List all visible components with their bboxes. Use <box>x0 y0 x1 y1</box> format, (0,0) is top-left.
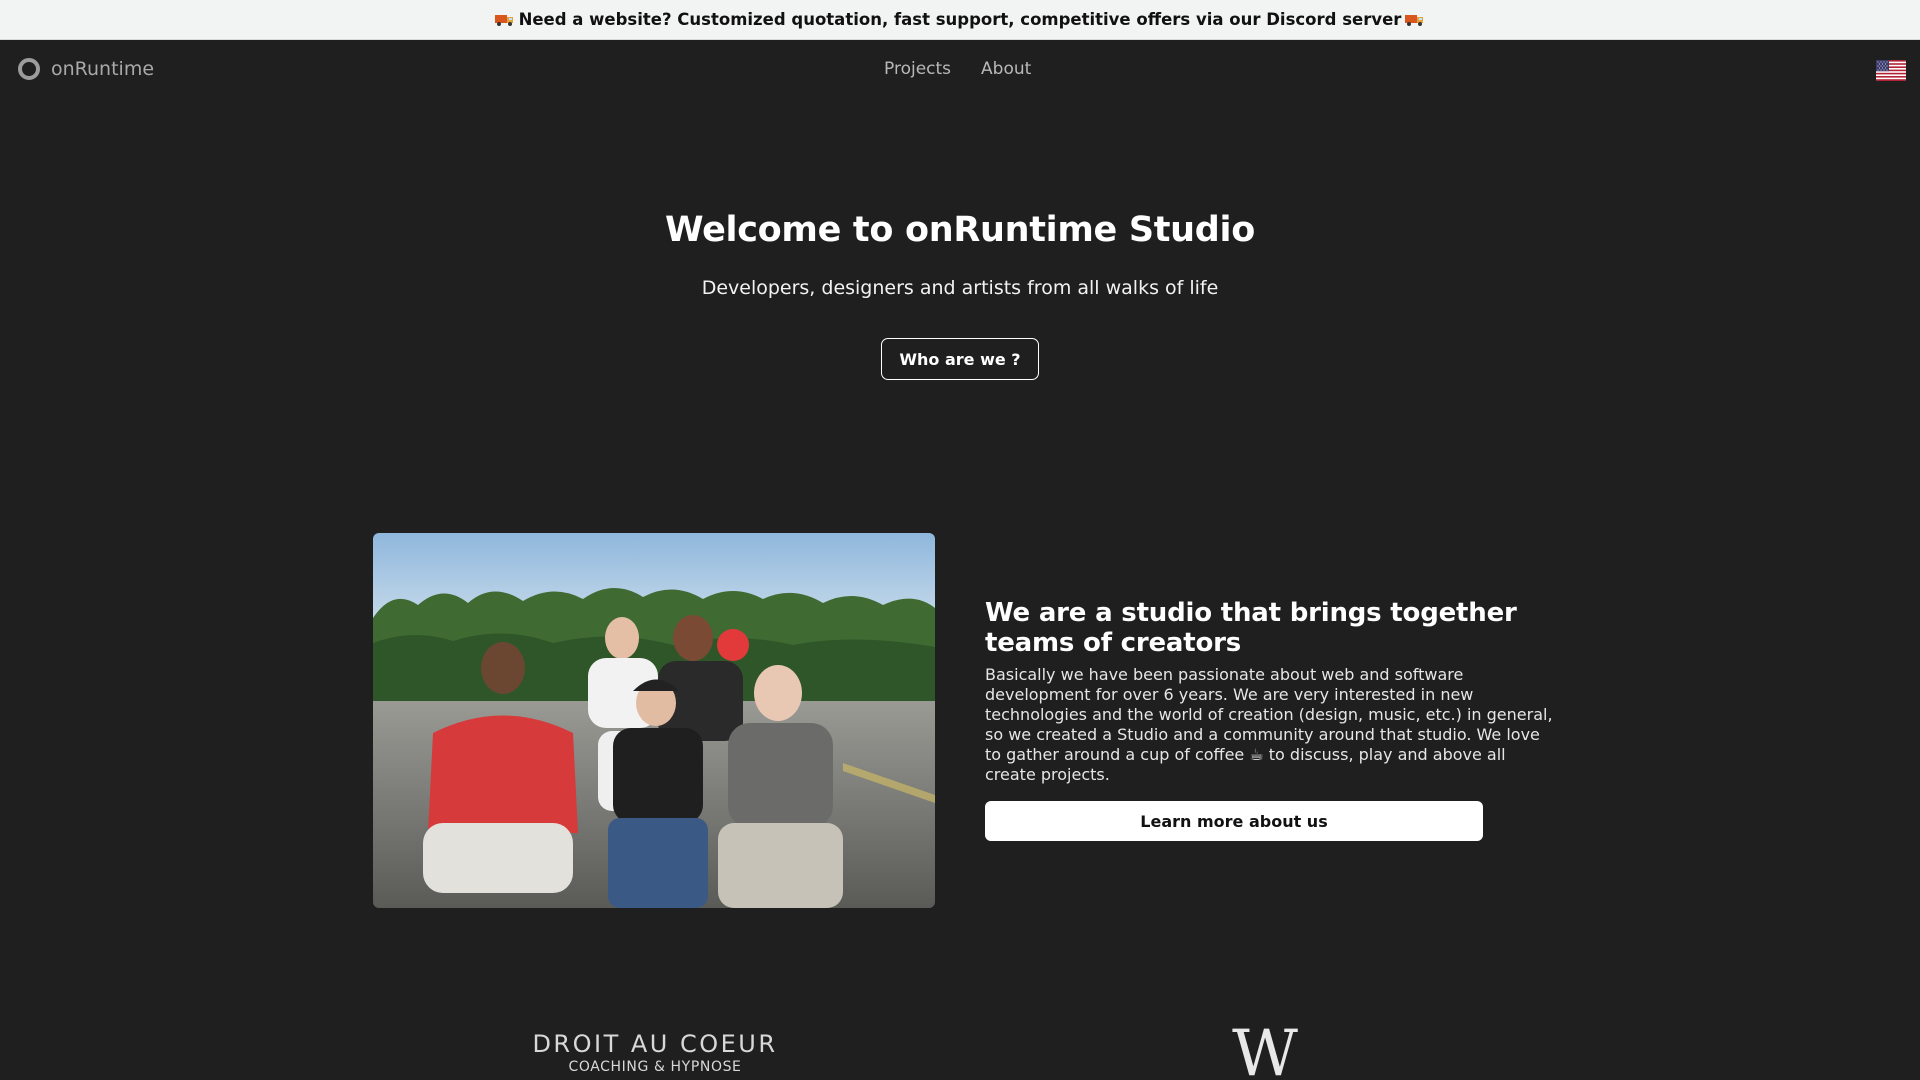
client-tagline: COACHING & HYPNOSE <box>568 1059 742 1075</box>
onruntime-logo-icon <box>18 58 40 80</box>
announcement-banner[interactable]: Need a website? Customized quotation, fa… <box>0 0 1920 40</box>
client-name: DROIT AU COEUR <box>532 1030 778 1058</box>
banner-text: Need a website? Customized quotation, fa… <box>518 10 1402 29</box>
about-text-line: to gather around a cup of coffee ☕ to di… <box>985 745 1506 764</box>
truck-icon <box>494 14 513 26</box>
client-logo-droit-au-coeur[interactable]: DROIT AU COEUR COACHING & HYPNOSE <box>500 1030 810 1076</box>
about-title: We are a studio that brings together tea… <box>985 598 1517 658</box>
logo-link[interactable]: onRuntime <box>18 58 154 80</box>
hero-section: Welcome to onRuntime Studio Developers, … <box>0 210 1920 299</box>
who-are-we-button[interactable]: Who are we ? <box>881 338 1039 380</box>
us-flag-icon[interactable] <box>1876 60 1906 81</box>
about-text-line: create projects. <box>985 765 1110 784</box>
about-text-line: technologies and the world of creation (… <box>985 705 1553 724</box>
about-text-line: Basically we have been passionate about … <box>985 665 1464 684</box>
nav-links: Projects About <box>884 59 1031 79</box>
about-text-line: development for over 6 years. We are ver… <box>985 685 1474 704</box>
learn-more-button[interactable]: Learn more about us <box>985 801 1483 841</box>
truck-icon <box>1405 14 1424 26</box>
about-text: Basically we have been passionate about … <box>985 665 1560 785</box>
nav-link-projects[interactable]: Projects <box>884 59 951 79</box>
hero-subtitle: Developers, designers and artists from a… <box>701 277 1219 299</box>
hero-title: Welcome to onRuntime Studio <box>665 210 1255 250</box>
about-text-line: so we created a Studio and a community a… <box>985 725 1540 744</box>
logo-text: onRuntime <box>51 58 155 80</box>
team-photo <box>373 533 935 908</box>
nav-link-about[interactable]: About <box>981 59 1031 79</box>
navbar: onRuntime Projects About <box>0 40 1920 100</box>
client-logo-w[interactable]: W <box>1230 1022 1300 1080</box>
